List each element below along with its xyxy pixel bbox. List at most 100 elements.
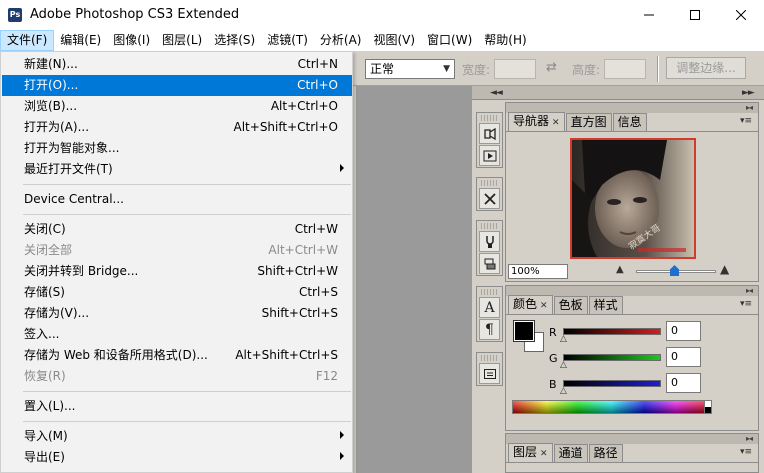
file-menu-item[interactable]: 浏览(B)... Alt+Ctrl+O: [2, 96, 352, 117]
zoom-in-icon[interactable]: ▲: [720, 262, 729, 276]
channel-r-handle[interactable]: △: [560, 334, 567, 344]
menu-separator: [23, 391, 351, 392]
close-icon[interactable]: ✕: [552, 118, 560, 128]
panel-menu-icon[interactable]: ▾≡: [740, 116, 752, 126]
channel-r-slider[interactable]: [563, 328, 661, 335]
menu-item-shortcut: Alt+Shift+Ctrl+O: [233, 120, 338, 134]
file-menu-item[interactable]: 关闭(C) Ctrl+W: [2, 219, 352, 240]
character-icon[interactable]: A: [479, 297, 500, 318]
height-field[interactable]: [604, 59, 646, 79]
menu-file[interactable]: 文件(F): [0, 30, 55, 51]
tab-histogram[interactable]: 直方图: [565, 113, 612, 131]
mode-select-value: 正常: [370, 62, 395, 76]
close-button[interactable]: [718, 0, 764, 30]
menu-edit[interactable]: 编辑(E): [54, 30, 107, 51]
grip-handle[interactable]: [481, 115, 498, 121]
file-menu-item[interactable]: 存储为 Web 和设备所用格式(D)... Alt+Shift+Ctrl+S: [2, 345, 352, 366]
panel-collapse-icon: ▸◂: [745, 286, 753, 295]
grip-handle[interactable]: [481, 289, 498, 295]
channel-g-field[interactable]: 0: [666, 347, 701, 367]
menu-item-label: 存储为(V)...: [24, 306, 90, 320]
menu-item-shortcut: Ctrl+O: [297, 78, 338, 92]
file-menu-item[interactable]: Device Central...: [2, 189, 352, 210]
submenu-arrow-icon: [340, 164, 344, 172]
menu-item-shortcut: F12: [315, 369, 338, 383]
grip-handle[interactable]: [481, 180, 498, 186]
tab-layers[interactable]: 图层 ✕: [508, 443, 553, 462]
history-brush-icon[interactable]: [479, 123, 500, 144]
menu-item-label: 浏览(B)...: [24, 99, 78, 113]
foreground-color-swatch[interactable]: [513, 320, 535, 342]
tool-group: [476, 112, 503, 168]
file-menu-item[interactable]: 打开为智能对象...: [2, 138, 352, 159]
tab-swatches[interactable]: 色板: [553, 296, 588, 314]
navigator-tabs: 导航器 ✕ 直方图 信息 ▾≡: [506, 112, 758, 132]
title-bar: Ps Adobe Photoshop CS3 Extended: [0, 0, 764, 30]
file-menu-item[interactable]: 关闭并转到 Bridge... Shift+Ctrl+W: [2, 261, 352, 282]
menu-analysis[interactable]: 分析(A): [314, 30, 368, 51]
color-spectrum-ramp[interactable]: [512, 400, 710, 414]
menu-separator: [23, 214, 351, 215]
panel-menu-icon[interactable]: ▾≡: [740, 299, 752, 309]
refine-edge-button[interactable]: 调整边缘...: [666, 57, 746, 79]
menu-item-label: 导入(M): [24, 429, 68, 443]
file-menu-item[interactable]: 最近打开文件(T): [2, 159, 352, 180]
channel-b-handle[interactable]: △: [560, 386, 567, 396]
tab-info[interactable]: 信息: [612, 113, 647, 131]
tab-paths[interactable]: 路径: [588, 444, 623, 462]
action-play-icon[interactable]: [479, 145, 500, 166]
zoom-percent-field[interactable]: 100%: [508, 264, 568, 279]
file-menu-item[interactable]: 导入(M): [2, 426, 352, 447]
file-menu-item[interactable]: 新建(N)... Ctrl+N: [2, 54, 352, 75]
menu-filter[interactable]: 滤镜(T): [261, 30, 314, 51]
menu-select[interactable]: 选择(S): [208, 30, 261, 51]
channel-r-field[interactable]: 0: [666, 321, 701, 341]
menu-view[interactable]: 视图(V): [367, 30, 421, 51]
collapse-dock-icon[interactable]: ◄◄: [490, 86, 503, 100]
navigator-thumbnail[interactable]: 寂寞大哥: [570, 138, 696, 259]
zoom-out-icon[interactable]: ▲: [616, 264, 624, 275]
file-menu-item[interactable]: 存储为(V)... Shift+Ctrl+S: [2, 303, 352, 324]
menu-help[interactable]: 帮助(H): [478, 30, 532, 51]
black-white-ramp[interactable]: [704, 400, 712, 414]
file-menu-item[interactable]: 打开(O)... Ctrl+O: [2, 75, 352, 96]
color-tabs: 颜色 ✕ 色板 样式 ▾≡: [506, 295, 758, 315]
width-field[interactable]: [494, 59, 536, 79]
clone-source-icon[interactable]: [479, 231, 500, 252]
expand-dock-icon[interactable]: ►►: [742, 86, 755, 100]
channel-g-slider[interactable]: [563, 354, 661, 361]
menu-image[interactable]: 图像(I): [107, 30, 156, 51]
tab-channels[interactable]: 通道: [553, 444, 588, 462]
channel-b-field[interactable]: 0: [666, 373, 701, 393]
menu-layer[interactable]: 图层(L): [156, 30, 208, 51]
paragraph-icon[interactable]: ¶: [479, 319, 500, 340]
swap-icon[interactable]: ⇄: [546, 60, 557, 75]
tools-icon[interactable]: [479, 188, 500, 209]
menu-item-shortcut: Shift+Ctrl+W: [257, 264, 338, 278]
maximize-button[interactable]: [672, 0, 718, 30]
channel-g-label: G: [549, 352, 558, 365]
grip-handle[interactable]: [481, 355, 498, 361]
tab-navigator[interactable]: 导航器 ✕: [508, 112, 565, 131]
layer-comps-icon[interactable]: [479, 253, 500, 274]
mode-select[interactable]: 正常 ▼: [365, 59, 455, 79]
file-menu-item[interactable]: 打开为(A)... Alt+Shift+Ctrl+O: [2, 117, 352, 138]
minimize-button[interactable]: [626, 0, 672, 30]
tab-color[interactable]: 颜色 ✕: [508, 295, 553, 314]
channel-g-handle[interactable]: △: [560, 360, 567, 370]
file-menu-item[interactable]: 存储(S) Ctrl+S: [2, 282, 352, 303]
zoom-slider-handle[interactable]: [670, 265, 679, 276]
notes-icon[interactable]: [479, 363, 500, 384]
tool-group: A ¶: [476, 286, 503, 342]
file-menu-item[interactable]: 签入...: [2, 324, 352, 345]
channel-b-slider[interactable]: [563, 380, 661, 387]
menu-item-label: 存储(S): [24, 285, 65, 299]
tab-styles[interactable]: 样式: [588, 296, 623, 314]
file-menu-item[interactable]: 置入(L)...: [2, 396, 352, 417]
grip-handle[interactable]: [481, 223, 498, 229]
menu-window[interactable]: 窗口(W): [421, 30, 478, 51]
close-icon[interactable]: ✕: [540, 449, 548, 459]
panel-menu-icon[interactable]: ▾≡: [740, 447, 752, 457]
file-menu-item[interactable]: 导出(E): [2, 447, 352, 468]
close-icon[interactable]: ✕: [540, 301, 548, 311]
